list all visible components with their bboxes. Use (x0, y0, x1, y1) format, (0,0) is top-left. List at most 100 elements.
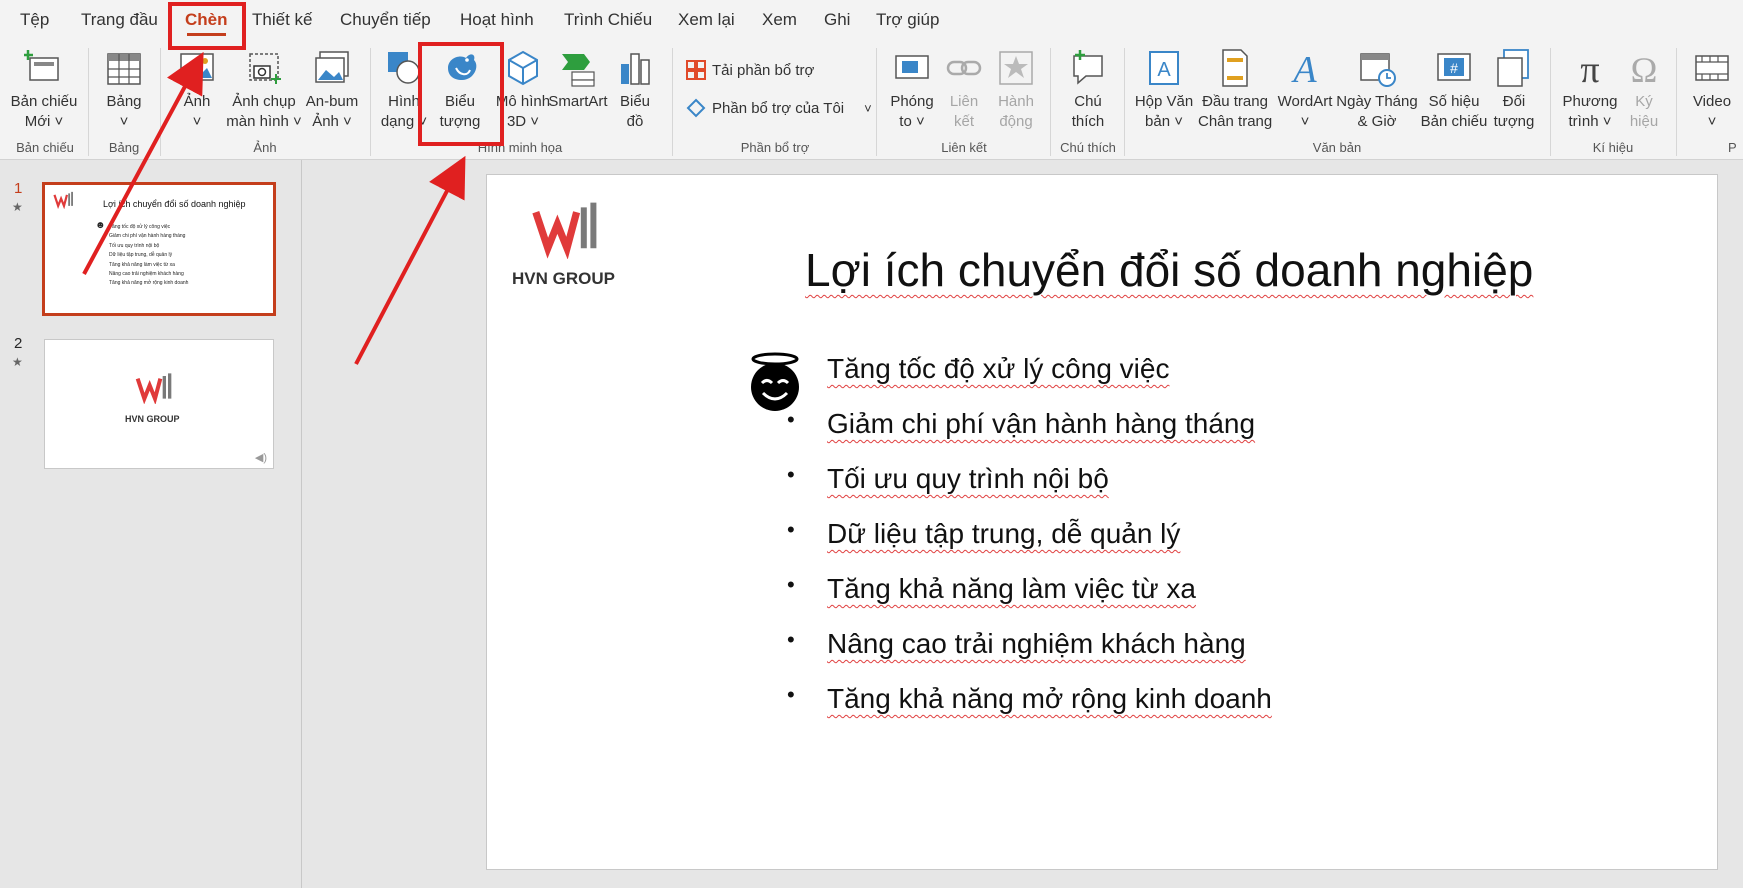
addins-icon (686, 98, 706, 118)
symbol-button[interactable]: Ω Ký hiệu (1622, 46, 1666, 132)
bullet-item[interactable]: Tăng khả năng làm việc từ xa (827, 573, 1196, 605)
thumbnail-number: 2 (14, 335, 23, 352)
group-label-comments: Chú thích (1060, 140, 1116, 155)
tab-slideshow[interactable]: Trình Chiếu (564, 10, 652, 30)
photo-album-icon (315, 51, 349, 83)
thumbnail-bullet-list: Tăng tốc độ xử lý công việc Giảm chi phí… (109, 224, 189, 287)
animation-star-icon: ★ (12, 200, 23, 214)
group-label-links: Liên kết (941, 140, 987, 155)
link-icon (946, 60, 982, 76)
comment-button[interactable]: Chú thích (1060, 46, 1116, 132)
hash-icon: # (1437, 53, 1471, 81)
action-button[interactable]: Hành động (990, 46, 1042, 132)
group-label-slides: Bản chiếu (16, 140, 74, 155)
screenshot-button[interactable]: Ảnh chụp màn hình ˅ (226, 46, 302, 132)
slide-thumbnail-1[interactable]: Lợi ích chuyển đổi số doanh nghiệp ☻ Tăn… (42, 182, 276, 316)
bullet-item[interactable]: Giảm chi phí vận hành hàng tháng (827, 408, 1255, 440)
bullet-item[interactable]: Nâng cao trải nghiệm khách hàng (827, 628, 1246, 660)
bullet-dot: • (787, 407, 795, 432)
tab-design[interactable]: Thiết kế (252, 10, 312, 30)
slide-canvas[interactable]: HVN GROUP Lợi ích chuyển đổi số doanh ng… (486, 174, 1718, 870)
logo-text: HVN GROUP (512, 269, 615, 288)
emoji-angel-icon-small: ☻ (95, 220, 106, 231)
header-footer-button[interactable]: Đầu trang Chân trang (1198, 46, 1272, 132)
hvn-logo-small (53, 191, 73, 209)
calendar-icon (1360, 53, 1396, 87)
header-footer-icon (1222, 49, 1248, 87)
annotation-box-insert-tab (168, 2, 246, 50)
svg-text:#: # (1450, 60, 1458, 76)
film-icon (1695, 55, 1729, 81)
svg-text:A: A (1157, 59, 1171, 81)
group-label-addins: Phần bổ trợ (740, 140, 810, 155)
get-addins-button[interactable]: Tải phần bổ trợ (686, 60, 814, 80)
pi-icon: π (1580, 49, 1599, 90)
thumbnail-logo-text: HVN GROUP (125, 414, 180, 424)
annotation-box-icons-button (418, 42, 504, 146)
wordart-button[interactable]: A WordArt ˅ (1274, 46, 1336, 132)
image-button[interactable]: Ảnh ˅ (170, 46, 224, 132)
svg-text:Ω: Ω (1631, 50, 1658, 90)
zoom-icon (895, 55, 929, 79)
smiling-face-halo-icon[interactable] (745, 351, 805, 413)
arrow-to-icons-button (354, 155, 466, 365)
chart-button[interactable]: Biểu đồ (614, 46, 656, 132)
tab-transitions[interactable]: Chuyển tiếp (340, 10, 431, 30)
menu-bar: Tệp Trang đầu Chèn Thiết kế Chuyển tiếp … (0, 0, 1743, 42)
date-time-button[interactable]: Ngày Tháng & Giờ (1336, 46, 1418, 132)
screenshot-icon (249, 53, 281, 84)
smartart-button[interactable]: SmartArt (548, 46, 608, 112)
hvn-logo-thumb (135, 373, 172, 404)
ribbon: Bản chiếu Mới ˅ Bảng ˅ Ảnh ˅ Ảnh chụp mà… (0, 42, 1743, 160)
group-label-tables: Bảng (108, 140, 140, 155)
slide-number-button[interactable]: # Số hiệu Bản chiếu (1420, 46, 1488, 132)
bullet-dot: • (787, 572, 795, 597)
audio-speaker-icon: ◀) (254, 452, 267, 464)
link-button[interactable]: Liên kết (940, 46, 988, 132)
animation-star-icon: ★ (12, 355, 23, 369)
group-label-media: P (1728, 140, 1737, 155)
bullet-item[interactable]: Dữ liệu tập trung, dễ quản lý (827, 518, 1180, 550)
bullet-dot: • (787, 462, 795, 487)
hvn-logo (532, 202, 597, 259)
object-icon (1497, 49, 1529, 87)
chevron-down-icon: ˅ (864, 100, 872, 116)
picture-icon (180, 53, 214, 81)
textbox-icon: A (1149, 51, 1179, 85)
star-icon (999, 51, 1033, 85)
smartart-icon (562, 54, 595, 87)
bullet-item[interactable]: Tăng khả năng mở rộng kinh doanh (827, 683, 1272, 715)
comment-icon (1073, 50, 1103, 85)
zoom-button[interactable]: Phóng to ˅ (884, 46, 940, 132)
bullet-dot: • (787, 517, 795, 542)
thumbnail-number: 1 (14, 180, 23, 197)
slide-thumbnail-pane: 1 ★ Lợi ích chuyển đổi số doanh nghiệp ☻… (0, 160, 302, 888)
slide-title[interactable]: Lợi ích chuyển đổi số doanh nghiệp (805, 243, 1533, 297)
tab-home[interactable]: Trang đầu (81, 10, 158, 30)
new-slide-button[interactable]: Bản chiếu Mới ˅ (8, 46, 80, 132)
thumbnail-title: Lợi ích chuyển đổi số doanh nghiệp (103, 199, 246, 209)
bullet-item[interactable]: Tăng tốc độ xử lý công việc (827, 353, 1169, 385)
wordart-icon: A (1290, 49, 1317, 90)
bullet-item[interactable]: Tối ưu quy trình nội bộ (827, 463, 1109, 495)
my-addins-button[interactable]: Phần bổ trợ của Tôi ˅ (686, 98, 872, 118)
tab-record[interactable]: Ghi (824, 10, 850, 30)
omega-icon: Ω (1631, 50, 1658, 90)
group-label-symbols: Kí hiệu (1592, 140, 1634, 155)
photo-album-button[interactable]: An-bum Ảnh ˅ (304, 46, 360, 132)
tab-animations[interactable]: Hoạt hình (460, 10, 534, 30)
bullet-dot: • (787, 682, 795, 707)
slide-thumbnail-2[interactable]: HVN GROUP ◀) (44, 339, 274, 469)
textbox-button[interactable]: A Hộp Văn bản ˅ (1132, 46, 1196, 132)
table-icon (107, 53, 141, 85)
svg-text:π: π (1580, 49, 1599, 90)
tab-file[interactable]: Tệp (20, 10, 49, 30)
table-button[interactable]: Bảng ˅ (96, 46, 152, 132)
object-button[interactable]: Đối tượng (1490, 46, 1538, 132)
tab-help[interactable]: Trợ giúp (876, 10, 939, 30)
video-button[interactable]: Video ˅ (1684, 46, 1740, 132)
tab-view[interactable]: Xem (762, 10, 797, 30)
equation-button[interactable]: π Phương trình ˅ (1558, 46, 1622, 132)
tab-review[interactable]: Xem lại (678, 10, 735, 30)
svg-text:A: A (1290, 49, 1317, 90)
